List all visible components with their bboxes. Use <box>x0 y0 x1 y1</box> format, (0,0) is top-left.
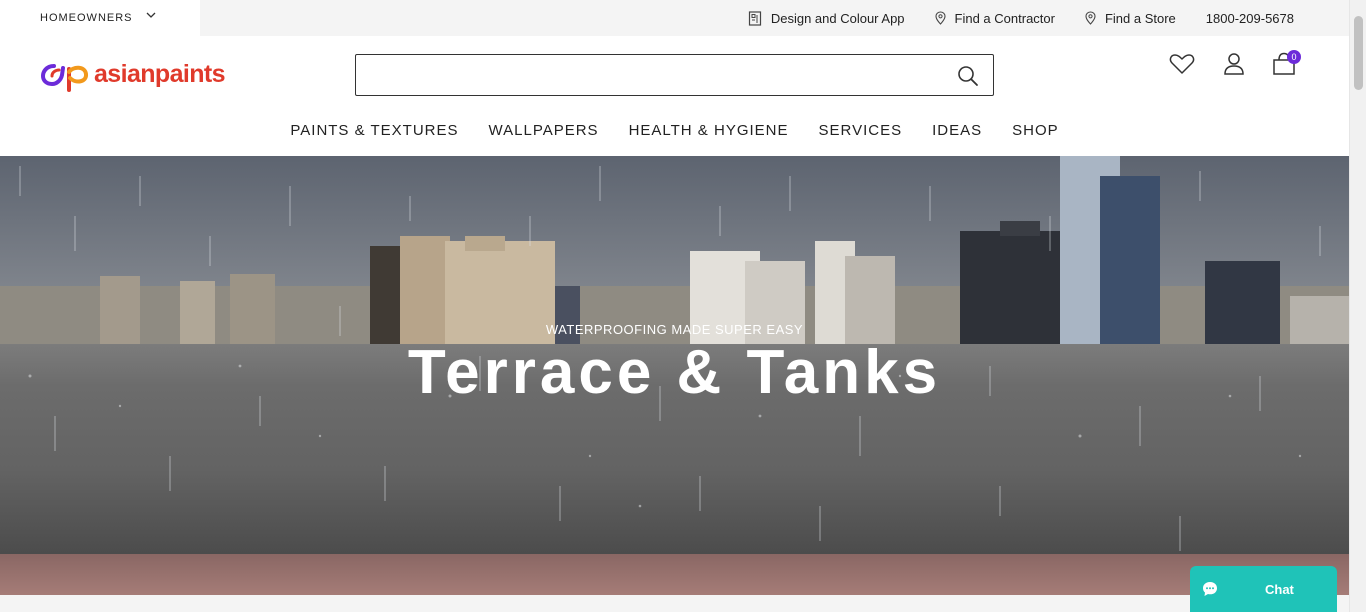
app-icon <box>748 10 761 26</box>
wishlist-heart-icon[interactable] <box>1169 53 1195 75</box>
utility-bar: HOMEOWNERS Design and Colour App Find a … <box>0 0 1349 36</box>
logo-wordmark: asianpaints <box>94 59 226 88</box>
page-scrollbar[interactable] <box>1349 0 1366 612</box>
segment-selector[interactable]: HOMEOWNERS <box>0 0 200 36</box>
nav-shop[interactable]: SHOP <box>1012 122 1059 139</box>
segment-label: HOMEOWNERS <box>40 12 133 24</box>
search-box <box>355 54 994 96</box>
hero-copy: WATERPROOFING MADE SUPER EASY Terrace & … <box>0 322 1349 409</box>
nav-services[interactable]: SERVICES <box>819 122 903 139</box>
scrollbar-thumb[interactable] <box>1354 16 1363 90</box>
nav-paints-textures[interactable]: PAINTS & TEXTURES <box>290 122 458 139</box>
find-contractor-label: Find a Contractor <box>954 10 1055 26</box>
find-contractor-link[interactable]: Find a Contractor <box>934 10 1055 26</box>
phone-number-link[interactable]: 1800-209-5678 <box>1206 11 1294 26</box>
main-header: asianpaints 0 PAINTS & TEXTURES WALLPAPE… <box>0 36 1349 156</box>
chat-button[interactable]: Chat <box>1190 566 1337 612</box>
search-input[interactable] <box>356 55 946 95</box>
hero-banner[interactable]: WATERPROOFING MADE SUPER EASY Terrace & … <box>0 156 1349 595</box>
page: HOMEOWNERS Design and Colour App Find a … <box>0 0 1366 612</box>
brand-logo[interactable]: asianpaints <box>40 56 226 92</box>
chat-bubble-icon <box>1203 582 1217 596</box>
location-pin-icon <box>934 11 946 25</box>
find-store-label: Find a Store <box>1104 10 1176 26</box>
hero-title: Terrace & Tanks <box>407 338 942 407</box>
search-icon[interactable] <box>957 65 979 87</box>
design-colour-app-link[interactable]: Design and Colour App <box>748 11 905 26</box>
nav-health-hygiene[interactable]: HEALTH & HYGIENE <box>629 122 789 139</box>
chat-label: Chat <box>1265 581 1294 597</box>
hero-eyebrow: WATERPROOFING MADE SUPER EASY <box>545 322 804 337</box>
asianpaints-logo-mark-icon <box>40 64 88 92</box>
nav-wallpapers[interactable]: WALLPAPERS <box>489 122 599 139</box>
design-colour-app-label: Design and Colour App <box>770 10 905 26</box>
primary-nav: PAINTS & TEXTURES WALLPAPERS HEALTH & HY… <box>0 122 1349 139</box>
utility-links: Design and Colour App Find a Contractor … <box>718 0 1294 36</box>
location-pin-icon <box>1085 11 1096 25</box>
account-user-icon[interactable] <box>1223 52 1245 76</box>
chevron-down-icon <box>146 12 155 18</box>
cart-count-badge: 0 <box>1287 50 1301 64</box>
find-store-link[interactable]: Find a Store <box>1085 11 1176 26</box>
below-fold-strip <box>0 595 1349 612</box>
nav-ideas[interactable]: IDEAS <box>932 122 982 139</box>
